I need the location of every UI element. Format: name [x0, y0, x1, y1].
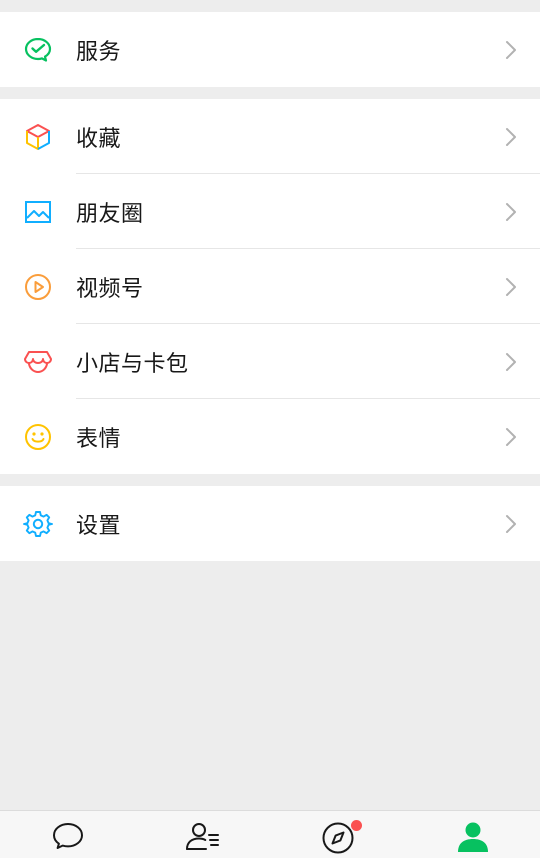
group-gap	[0, 87, 540, 99]
chat-icon	[51, 821, 85, 855]
chevron-right-icon	[504, 39, 518, 61]
tab-chats[interactable]	[0, 811, 135, 858]
menu-label: 服务	[76, 39, 122, 65]
chevron-right-icon	[504, 201, 518, 223]
group-main: 收藏 朋友圈 视频号 小店与卡包 表情	[0, 99, 540, 474]
notification-dot	[350, 820, 362, 831]
chevron-right-icon	[504, 513, 518, 535]
bottom-tab-bar	[0, 810, 540, 858]
tab-contacts[interactable]	[135, 811, 270, 858]
shop-icon	[22, 346, 54, 378]
menu-item-channels[interactable]: 视频号	[0, 249, 540, 324]
group-gap	[0, 474, 540, 486]
menu-label: 小店与卡包	[76, 351, 189, 377]
chevron-right-icon	[504, 426, 518, 448]
menu-label: 表情	[76, 426, 122, 452]
chevron-right-icon	[504, 126, 518, 148]
tab-me[interactable]	[405, 811, 540, 858]
menu-label: 收藏	[76, 126, 122, 152]
menu-label: 朋友圈	[76, 201, 144, 227]
menu-item-favorites[interactable]: 收藏	[0, 99, 540, 174]
wechat-pay-icon	[22, 34, 54, 66]
menu-item-services[interactable]: 服务	[0, 12, 540, 87]
play-icon	[22, 271, 54, 303]
menu-item-moments[interactable]: 朋友圈	[0, 174, 540, 249]
image-icon	[22, 196, 54, 228]
chevron-right-icon	[504, 351, 518, 373]
menu-label: 设置	[76, 513, 122, 539]
compass-icon	[321, 821, 355, 858]
gear-icon	[22, 508, 54, 540]
me-icon	[456, 821, 490, 857]
cube-icon	[22, 121, 54, 153]
smiley-icon	[22, 421, 54, 453]
group-settings: 设置	[0, 486, 540, 561]
menu-item-settings[interactable]: 设置	[0, 486, 540, 561]
group-services: 服务	[0, 12, 540, 87]
menu-item-shop-cards[interactable]: 小店与卡包	[0, 324, 540, 399]
tab-discover[interactable]	[270, 811, 405, 858]
menu-item-stickers[interactable]: 表情	[0, 399, 540, 474]
top-gap	[0, 0, 540, 12]
menu-label: 视频号	[76, 276, 144, 302]
contacts-icon	[184, 821, 222, 855]
chevron-right-icon	[504, 276, 518, 298]
